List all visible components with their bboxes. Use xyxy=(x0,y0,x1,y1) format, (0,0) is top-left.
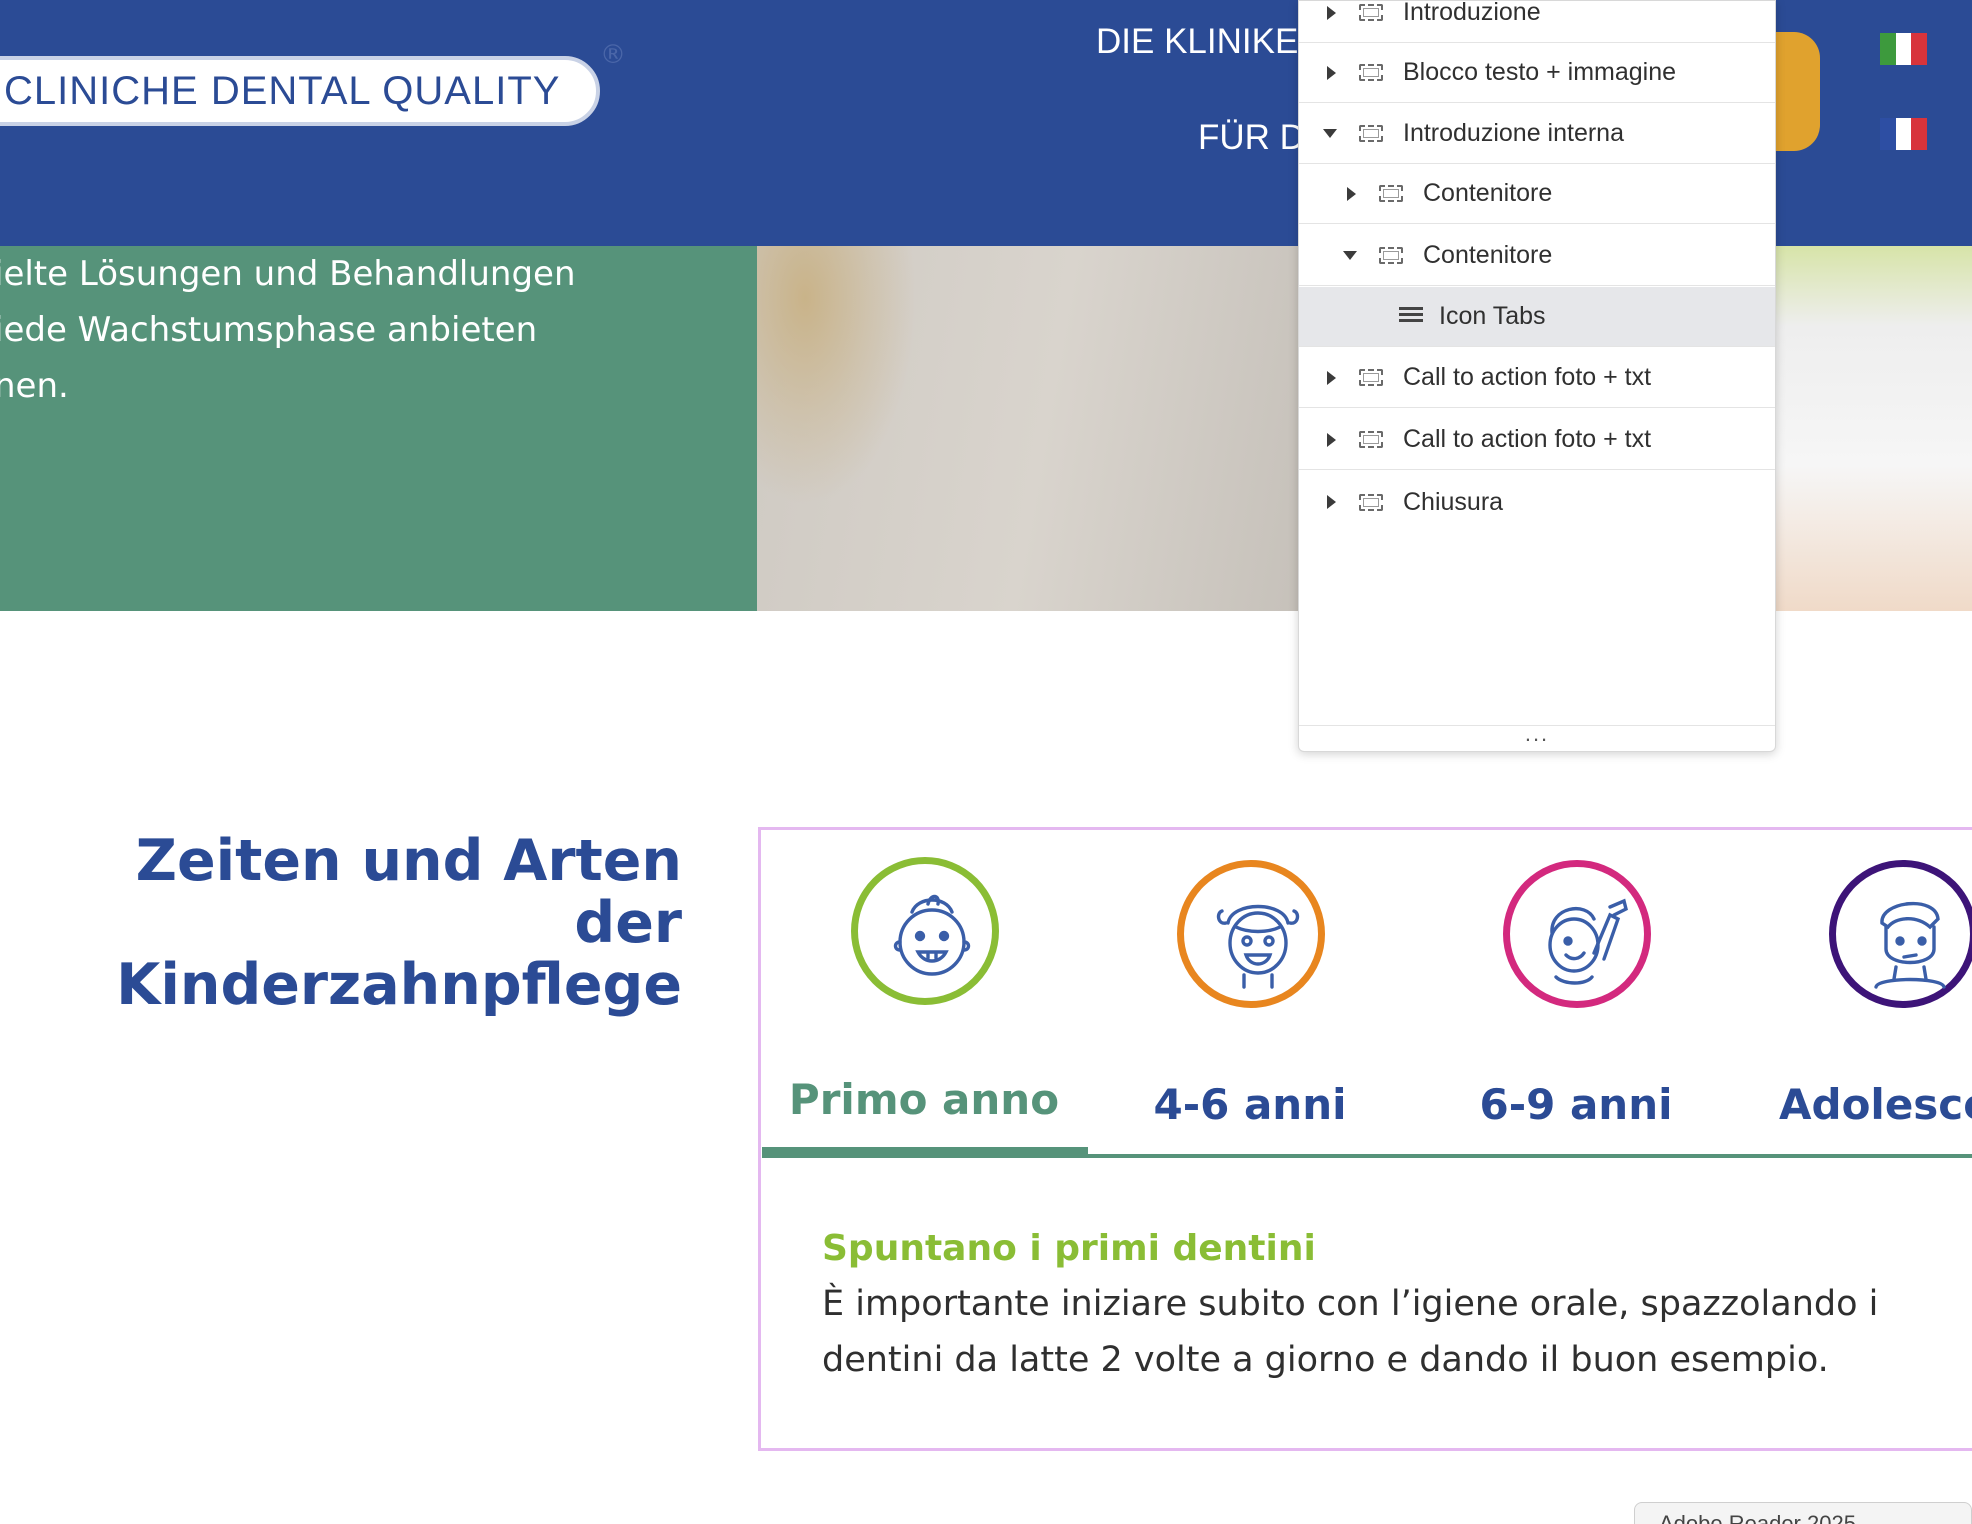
navigator-item-call-to-action[interactable]: Call to action foto + txt xyxy=(1299,348,1775,408)
section-title: Zeiten und Arten der Kinderzahnpflege xyxy=(60,830,682,1016)
hero-text: ielte Lösungen und Behandlungen iede Wac… xyxy=(0,246,594,414)
navigator-item-label: Contenitore xyxy=(1423,241,1553,269)
hero-text-line: nen. xyxy=(0,366,69,406)
hero-text-line: iede Wachstumsphase anbieten xyxy=(0,310,538,350)
navigator-item-chiusura[interactable]: Chiusura xyxy=(1299,472,1775,532)
section-icon xyxy=(1359,493,1383,511)
navigator-item-contenitore[interactable]: Contenitore xyxy=(1299,164,1775,224)
tab-label: Primo anno xyxy=(788,1075,1060,1124)
site-logo[interactable]: CLINICHE DENTAL QUALITY xyxy=(0,56,600,126)
navigator-item-introduzione[interactable]: Introduzione xyxy=(1299,0,1775,43)
section-icon xyxy=(1359,125,1383,142)
navigator-item-label: Call to action foto + txt xyxy=(1403,363,1652,391)
tab-adolescenti[interactable]: Adolescen xyxy=(1739,830,1972,1160)
hero-text-line: ielte Lösungen und Behandlungen xyxy=(0,254,576,294)
active-tab-indicator xyxy=(762,1147,1088,1157)
logo-text: CLINICHE DENTAL QUALITY xyxy=(4,68,561,113)
section-icon xyxy=(1359,64,1383,81)
navigator-item-blocco-testo[interactable]: Blocco testo + immagine xyxy=(1299,43,1775,103)
navigator-item-icon-tabs[interactable]: Icon Tabs xyxy=(1299,287,1775,347)
section-icon xyxy=(1359,4,1383,21)
navigator-panel[interactable]: Introduzione Blocco testo + immagine Int… xyxy=(1298,0,1776,752)
navigator-item-label: Introduzione interna xyxy=(1403,119,1624,147)
tab-content-title: Spuntano i primi dentini xyxy=(822,1228,1316,1269)
hero-photo-hair xyxy=(757,246,917,506)
collapse-arrow-icon[interactable] xyxy=(1343,251,1357,260)
french-flag-icon[interactable] xyxy=(1880,118,1928,150)
section-icon xyxy=(1359,431,1383,448)
navigator-item-call-to-action[interactable]: Call to action foto + txt xyxy=(1299,410,1775,470)
tab-label: 4-6 anni xyxy=(1153,1080,1347,1129)
tab-4-6-anni[interactable]: 4-6 anni xyxy=(1087,830,1413,1160)
list-icon xyxy=(1399,306,1423,327)
nav-item-kliniken[interactable]: DIE KLINIKE xyxy=(1096,22,1298,62)
teen-face-icon xyxy=(1829,860,1972,1008)
tab-content-text: È importante iniziare subito con l’igien… xyxy=(822,1284,1879,1380)
navigator-item-label: Icon Tabs xyxy=(1439,302,1546,330)
navigator-item-label: Chiusura xyxy=(1403,487,1504,516)
section-icon xyxy=(1379,247,1403,264)
hero-text-panel: ielte Lösungen und Behandlungen iede Wac… xyxy=(0,246,757,611)
navigator-item-contenitore[interactable]: Contenitore xyxy=(1299,226,1775,286)
section-title-line: Zeiten und Arten der xyxy=(135,828,682,956)
nav-item-fuer[interactable]: FÜR D xyxy=(1198,118,1305,158)
section-icon xyxy=(1379,185,1403,202)
expand-arrow-icon[interactable] xyxy=(1327,432,1336,447)
tab-primo-anno[interactable]: Primo anno xyxy=(761,830,1087,1160)
expand-arrow-icon[interactable] xyxy=(1347,186,1356,201)
italian-flag-icon[interactable] xyxy=(1880,33,1928,65)
expand-arrow-icon[interactable] xyxy=(1327,495,1336,509)
navigator-item-label: Contenitore xyxy=(1423,179,1553,207)
tab-6-9-anni[interactable]: 6-9 anni xyxy=(1413,830,1739,1160)
tab-label: Adolescen xyxy=(1779,1080,1972,1129)
navigator-item-label: Call to action foto + txt xyxy=(1403,425,1652,453)
collapse-arrow-icon[interactable] xyxy=(1323,129,1337,138)
navigator-item-label: Introduzione xyxy=(1403,0,1541,26)
expand-arrow-icon[interactable] xyxy=(1327,370,1336,385)
girl-face-icon xyxy=(1177,860,1325,1008)
corner-notification[interactable]: Adobe Reader 2025 xyxy=(1634,1502,1972,1524)
section-icon xyxy=(1359,369,1383,386)
navigator-item-introduzione-interna[interactable]: Introduzione interna xyxy=(1299,104,1775,164)
section-title-line: Kinderzahnpflege xyxy=(116,952,682,1018)
child-brushing-icon xyxy=(1503,860,1651,1008)
hero-photo-child xyxy=(1776,246,1972,611)
expand-arrow-icon[interactable] xyxy=(1327,65,1336,80)
registered-mark: ® xyxy=(600,40,626,70)
navigator-item-label: Blocco testo + immagine xyxy=(1403,58,1677,86)
expand-arrow-icon[interactable] xyxy=(1327,5,1336,20)
baby-face-icon xyxy=(851,857,999,1005)
navigator-resize-handle[interactable]: ... xyxy=(1299,723,1775,751)
tab-label: 6-9 anni xyxy=(1479,1080,1673,1129)
